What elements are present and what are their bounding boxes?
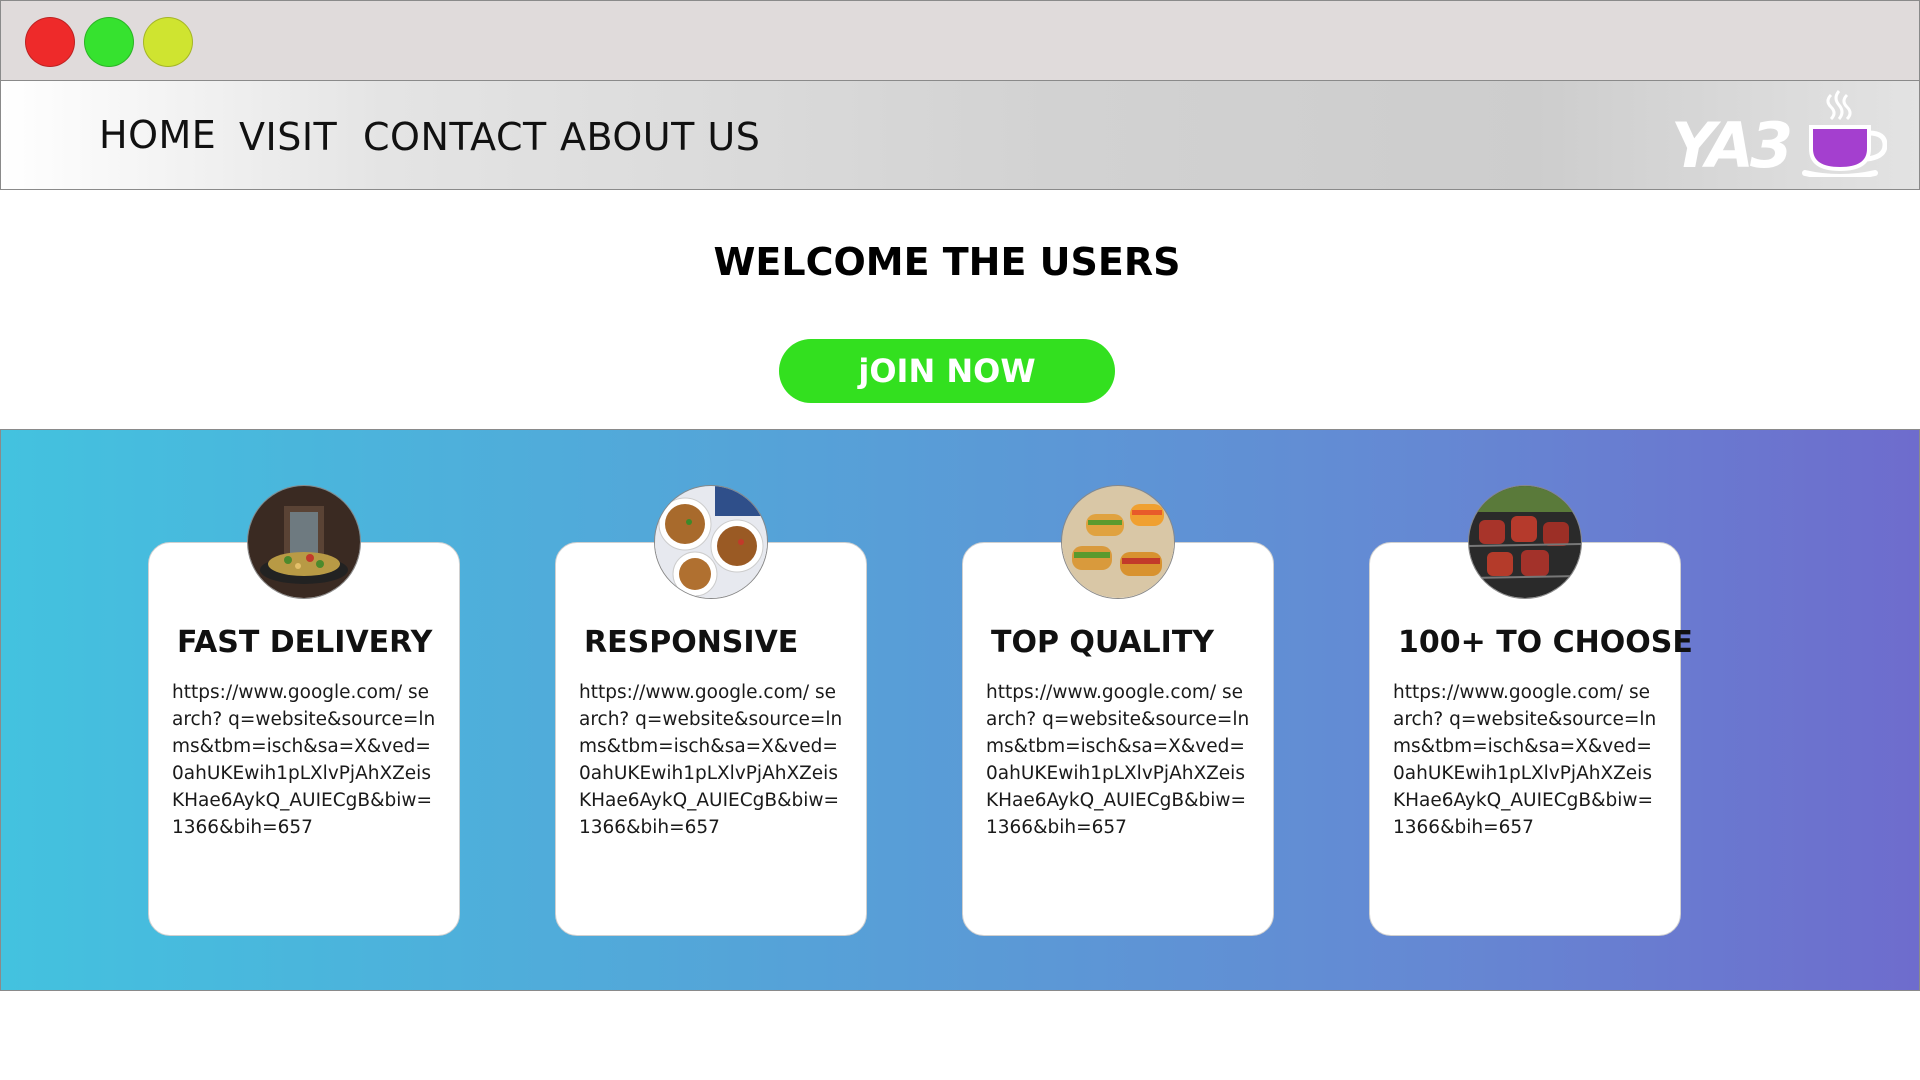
nav-visit-link[interactable]: VISIT	[239, 115, 337, 159]
nav-contact-link[interactable]: CONTACT	[363, 115, 547, 159]
coffee-cup-icon	[1802, 90, 1887, 177]
navigation-bar: HOME VISIT CONTACT ABOUT US YA3	[0, 80, 1920, 190]
noodle-bowls-image	[654, 485, 768, 599]
feature-description: https://www.google.com/ search? q=websit…	[172, 682, 436, 838]
minimize-window-button[interactable]	[143, 17, 193, 67]
brand-logo[interactable]: YA3	[1671, 87, 1887, 177]
welcome-heading: WELCOME THE USERS	[713, 240, 1181, 284]
grilled-skewers-image	[1468, 485, 1582, 599]
feature-card-top-quality: TOP QUALITY https://www.google.com/ sear…	[962, 485, 1274, 936]
feature-title: FAST DELIVERY	[177, 625, 433, 660]
feature-card-fast-delivery: FAST DELIVERY https://www.google.com/ se…	[148, 485, 460, 936]
window-titlebar	[0, 0, 1920, 81]
feature-title: 100+ TO CHOOSE	[1398, 625, 1693, 660]
nav-home-link[interactable]: HOME	[99, 113, 216, 157]
feature-title: TOP QUALITY	[991, 625, 1215, 660]
feature-card-100-to-choose: 100+ TO CHOOSE https://www.google.com/ s…	[1369, 485, 1693, 936]
feature-title: RESPONSIVE	[584, 625, 799, 660]
join-now-button[interactable]: jOIN NOW	[779, 339, 1115, 403]
feature-description: https://www.google.com/ search? q=websit…	[986, 682, 1250, 838]
close-window-button[interactable]	[25, 17, 75, 67]
features-section: FAST DELIVERY https://www.google.com/ se…	[0, 429, 1920, 991]
nav-about-us-link[interactable]: ABOUT US	[560, 115, 760, 159]
feature-description: https://www.google.com/ search? q=websit…	[579, 682, 843, 838]
feature-card-responsive: RESPONSIVE https://www.google.com/ searc…	[555, 485, 867, 936]
maximize-window-button[interactable]	[84, 17, 134, 67]
sandwiches-image	[1061, 485, 1175, 599]
feature-description: https://www.google.com/ search? q=websit…	[1393, 682, 1657, 838]
noodles-wok-image	[247, 485, 361, 599]
logo-text: YA3	[1671, 109, 1790, 177]
